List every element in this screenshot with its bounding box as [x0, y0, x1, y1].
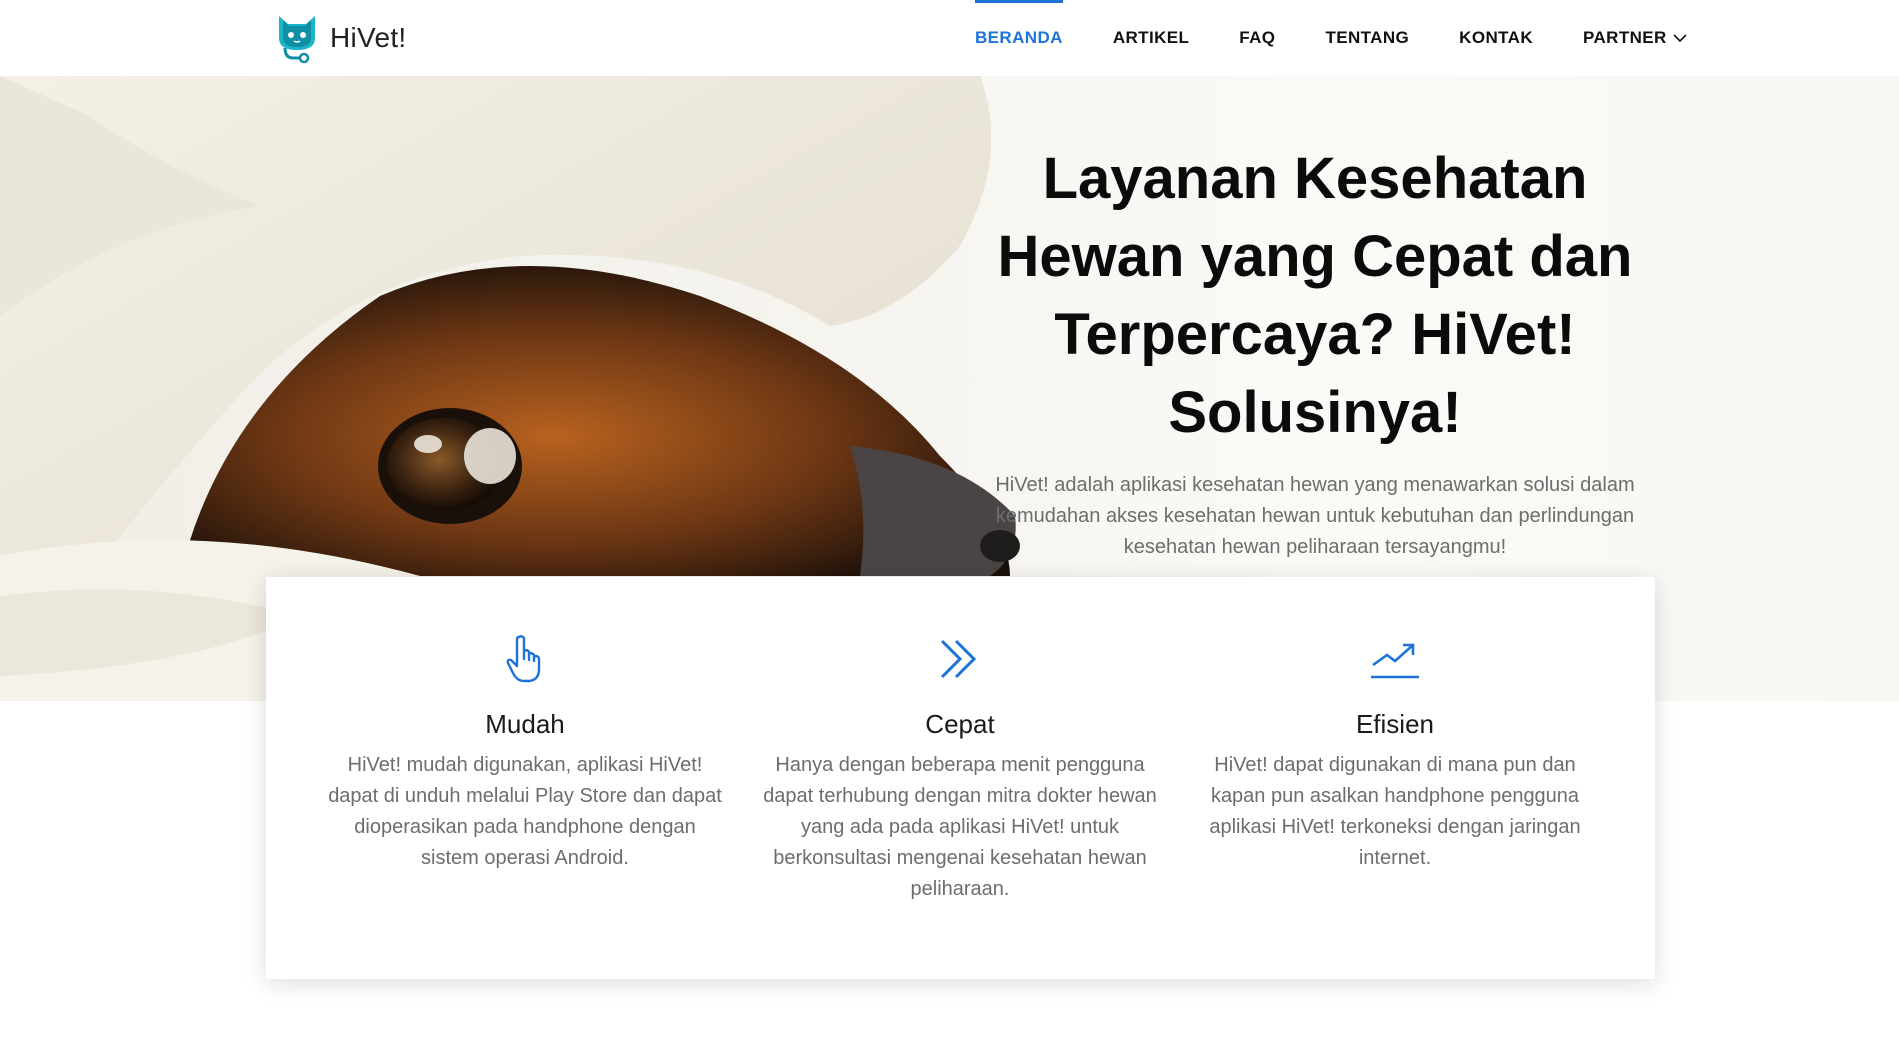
- feature-title: Cepat: [925, 709, 995, 739]
- features-card: Mudah HiVet! mudah digunakan, aplikasi H…: [266, 577, 1655, 979]
- brand-name: HiVet!: [330, 22, 407, 53]
- trending-up-icon: [1371, 643, 1419, 679]
- feature-description: Hanya dengan beberapa menit pengguna dap…: [763, 754, 1157, 900]
- nav-item-kontak[interactable]: KONTAK: [1459, 0, 1533, 76]
- double-chevron-right-icon: [940, 639, 977, 679]
- feature-description: HiVet! dapat digunakan di mana pun dan k…: [1209, 754, 1581, 869]
- cat-stethoscope-logo-icon: [279, 16, 315, 64]
- nav-label: BERANDA: [975, 28, 1063, 47]
- feature-title: Mudah: [485, 709, 565, 739]
- nav-item-artikel[interactable]: ARTIKEL: [1113, 0, 1189, 76]
- main-nav: BERANDA ARTIKEL FAQ TENTANG KONTAK PARTN…: [975, 0, 1737, 76]
- brand-link[interactable]: HiVet!: [274, 12, 407, 64]
- chevron-down-icon: [1673, 34, 1687, 43]
- hand-pointer-icon: [506, 635, 541, 683]
- feature-description: HiVet! mudah digunakan, aplikasi HiVet! …: [328, 754, 722, 869]
- nav-label: PARTNER: [1583, 28, 1667, 47]
- nav-item-tentang[interactable]: TENTANG: [1325, 0, 1409, 76]
- nav-item-faq[interactable]: FAQ: [1239, 0, 1275, 76]
- feature-mudah: Mudah HiVet! mudah digunakan, aplikasi H…: [325, 633, 725, 874]
- nav-item-partner[interactable]: PARTNER: [1583, 0, 1687, 76]
- site-header: HiVet! BERANDA ARTIKEL FAQ TENTANG KONTA…: [0, 0, 1899, 76]
- feature-title: Efisien: [1355, 709, 1435, 739]
- nav-label: FAQ: [1239, 28, 1276, 47]
- nav-label: KONTAK: [1459, 28, 1533, 47]
- nav-label: ARTIKEL: [1112, 28, 1190, 47]
- feature-efisien: Efisien HiVet! dapat digunakan di mana p…: [1195, 633, 1595, 874]
- hero-title: Layanan Kesehatan Hewan yang Cepat dan T…: [997, 146, 1633, 445]
- nav-label: TENTANG: [1325, 28, 1410, 47]
- hero-subtitle: HiVet! adalah aplikasi kesehatan hewan y…: [995, 474, 1635, 558]
- feature-cepat: Cepat Hanya dengan beberapa menit penggu…: [760, 633, 1160, 905]
- nav-item-beranda[interactable]: BERANDA: [975, 0, 1063, 76]
